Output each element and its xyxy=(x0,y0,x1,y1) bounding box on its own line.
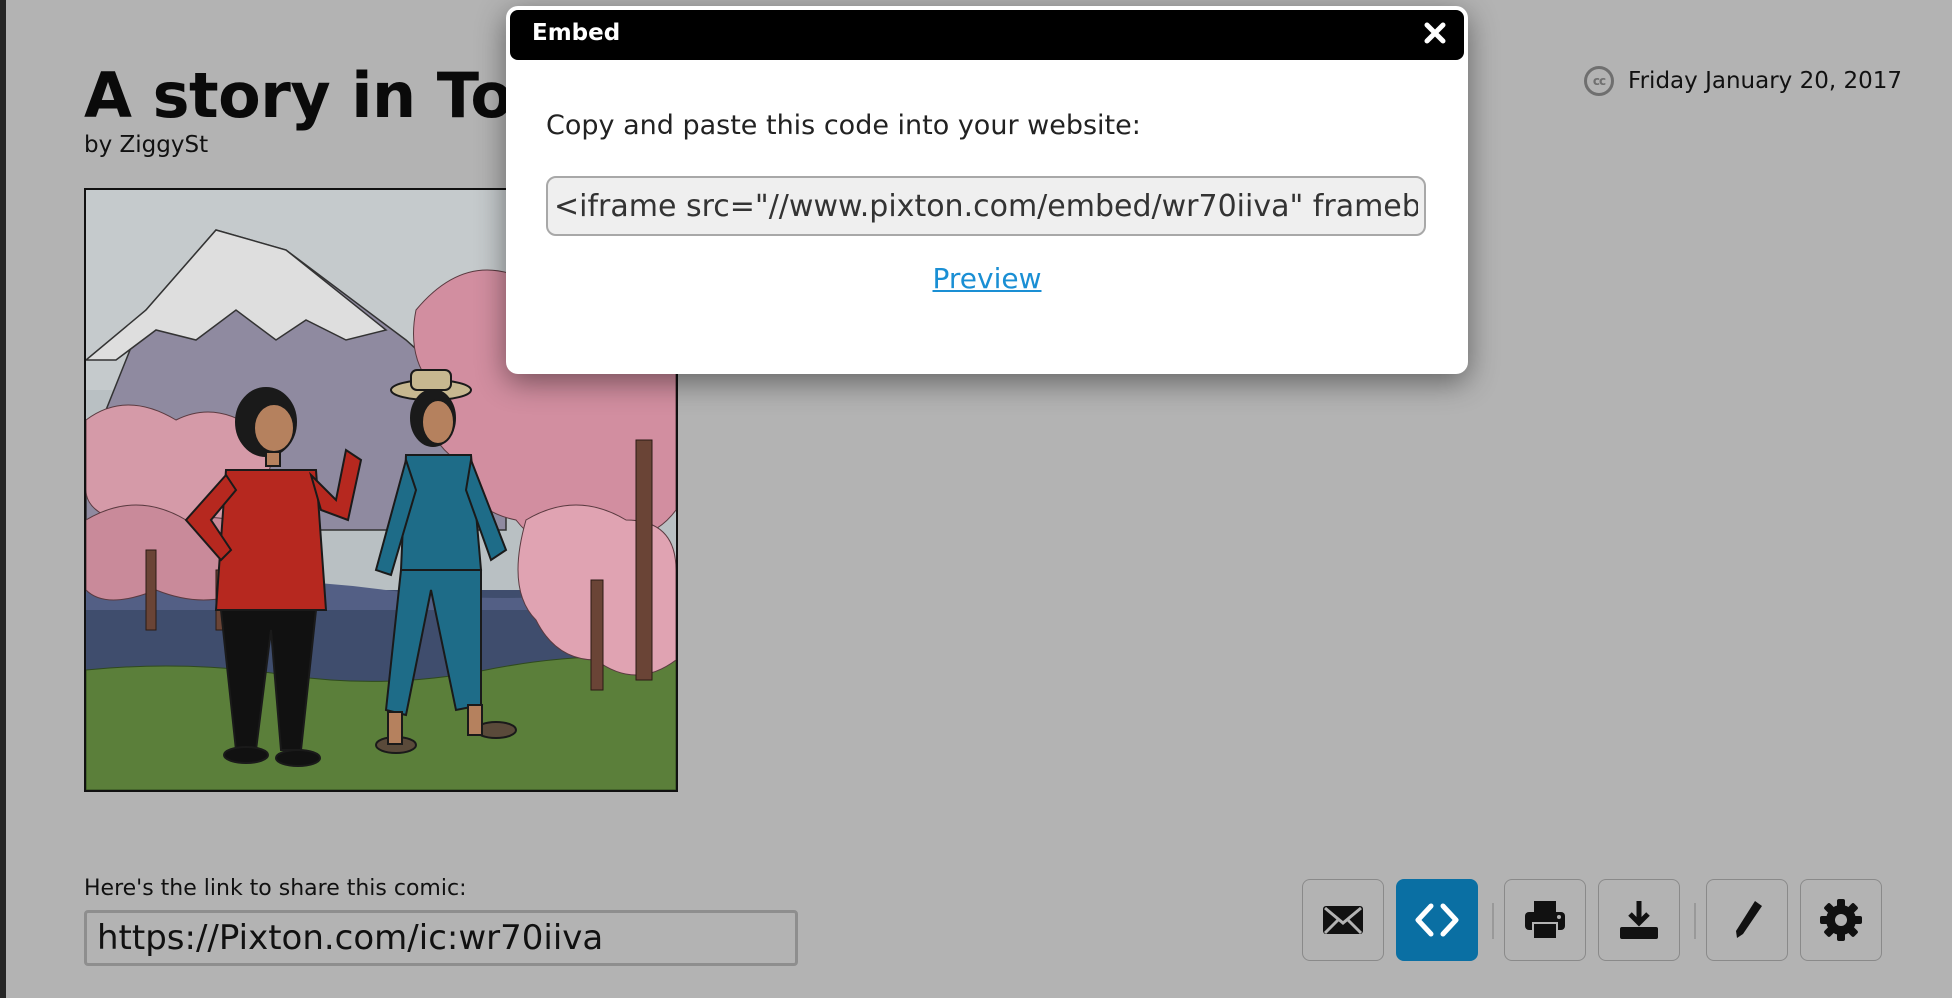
pencil-icon xyxy=(1736,901,1762,938)
creative-commons-icon[interactable]: cc xyxy=(1584,66,1615,96)
toolbar-divider xyxy=(1694,903,1696,939)
comic-date: Friday January 20, 2017 xyxy=(1628,68,1902,94)
preview-link[interactable]: Preview xyxy=(506,262,1468,295)
embed-instructions: Copy and paste this code into your websi… xyxy=(546,110,1141,141)
download-icon xyxy=(1620,901,1658,939)
comic-author: by ZiggySt xyxy=(84,132,209,158)
code-icon xyxy=(1415,903,1459,937)
envelope-icon xyxy=(1323,906,1363,935)
settings-button[interactable] xyxy=(1800,879,1882,961)
comic-date-area: cc Friday January 20, 2017 xyxy=(1584,66,1902,96)
dialog-title: Embed xyxy=(532,20,621,46)
share-link-input[interactable] xyxy=(84,910,798,966)
embed-code-field[interactable] xyxy=(546,176,1426,236)
print-button[interactable] xyxy=(1504,879,1586,961)
embed-dialog: Embed Copy and paste this code into your… xyxy=(506,6,1468,374)
toolbar-divider xyxy=(1492,903,1494,939)
download-button[interactable] xyxy=(1598,879,1680,961)
edit-button[interactable] xyxy=(1706,879,1788,961)
comic-title: A story in Tok xyxy=(84,59,554,132)
dialog-header: Embed xyxy=(510,10,1464,60)
comic-page: A story in Tok by ZiggySt cc Friday Janu… xyxy=(6,0,1952,998)
gear-icon xyxy=(1820,899,1862,941)
printer-icon xyxy=(1525,901,1565,940)
embed-button[interactable] xyxy=(1396,879,1478,961)
email-button[interactable] xyxy=(1302,879,1384,961)
close-icon[interactable] xyxy=(1422,20,1448,46)
share-link-label: Here's the link to share this comic: xyxy=(84,876,467,901)
